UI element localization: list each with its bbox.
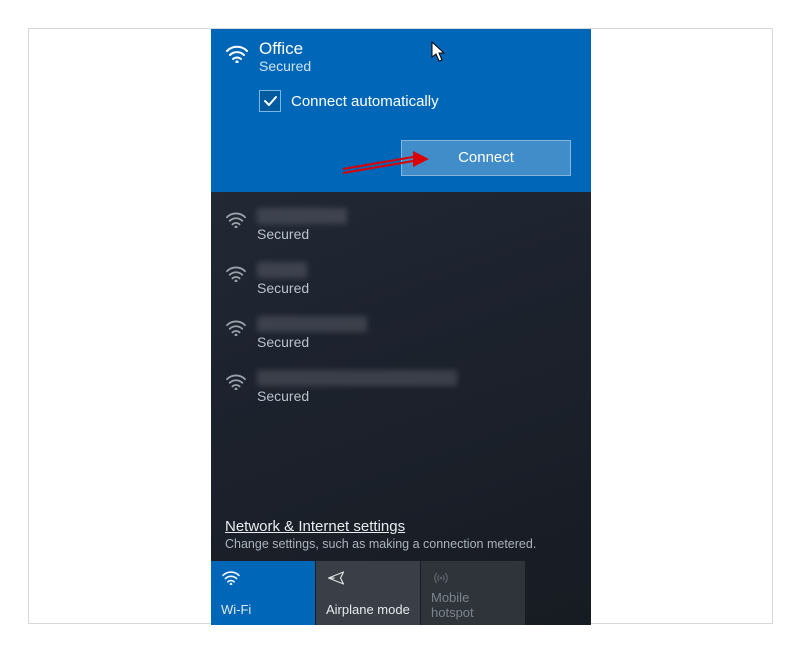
network-status: Secured: [257, 388, 457, 404]
tile-hotspot-label: Mobile hotspot: [431, 590, 515, 620]
available-networks-list: . Secured. Secured. Secured. Secured: [211, 192, 591, 510]
network-name-redacted: .: [257, 208, 347, 224]
tile-wifi[interactable]: Wi-Fi: [211, 561, 315, 625]
connect-automatically-checkbox[interactable]: [259, 90, 281, 112]
wifi-icon: [225, 43, 249, 63]
quick-action-tiles: Wi-Fi Airplane mode: [211, 561, 591, 625]
wifi-icon: [225, 210, 247, 228]
network-item[interactable]: . Secured: [211, 252, 591, 306]
tile-wifi-label: Wi-Fi: [221, 602, 305, 617]
selected-network-panel[interactable]: Office Secured Connect automatically Con…: [211, 29, 591, 192]
wifi-icon: [221, 569, 305, 588]
network-status: Secured: [257, 334, 367, 350]
checkmark-icon: [262, 93, 278, 109]
network-settings-section: Network & Internet settings Change setti…: [211, 510, 591, 561]
network-item[interactable]: . Secured: [211, 306, 591, 360]
network-name-redacted: .: [257, 316, 367, 332]
network-item[interactable]: . Secured: [211, 198, 591, 252]
airplane-icon: [326, 569, 410, 590]
wifi-icon: [225, 318, 247, 336]
hotspot-icon: [431, 569, 515, 590]
connect-automatically-row[interactable]: Connect automatically: [259, 90, 577, 112]
selected-network-status: Secured: [259, 58, 311, 74]
tile-mobile-hotspot[interactable]: Mobile hotspot: [421, 561, 525, 625]
tile-airplane-mode[interactable]: Airplane mode: [316, 561, 420, 625]
network-item[interactable]: . Secured: [211, 360, 591, 414]
selected-network-name: Office: [259, 39, 311, 59]
connect-automatically-label: Connect automatically: [291, 93, 439, 110]
wifi-icon: [225, 264, 247, 282]
connect-button[interactable]: Connect: [401, 140, 571, 176]
network-status: Secured: [257, 280, 309, 296]
tile-airplane-label: Airplane mode: [326, 602, 410, 617]
network-settings-subtitle: Change settings, such as making a connec…: [225, 537, 577, 551]
network-name-redacted: .: [257, 262, 307, 278]
network-settings-link[interactable]: Network & Internet settings: [225, 518, 577, 535]
network-status: Secured: [257, 226, 347, 242]
screenshot-frame: Office Secured Connect automatically Con…: [28, 28, 773, 624]
network-name-redacted: .: [257, 370, 457, 386]
network-flyout: Office Secured Connect automatically Con…: [211, 29, 591, 625]
wifi-icon: [225, 372, 247, 390]
